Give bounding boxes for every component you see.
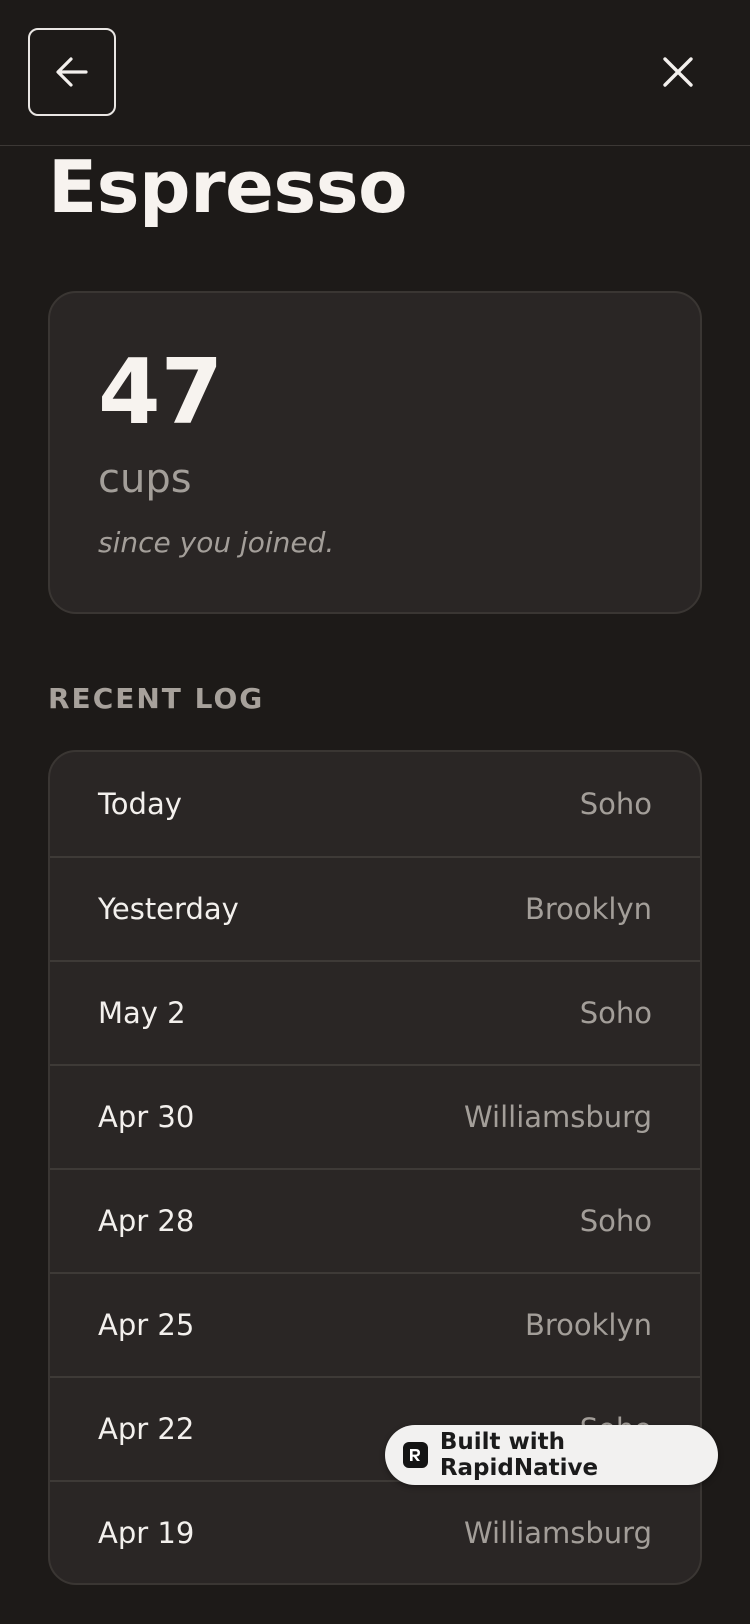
built-with-label: Built with RapidNative <box>439 1429 599 1481</box>
rapidnative-logo-icon <box>403 1442 428 1468</box>
cups-stat-card: 47 cups since you joined. <box>48 291 702 614</box>
log-row[interactable]: May 2 Soho <box>50 960 700 1064</box>
log-date: Apr 25 <box>98 1308 195 1342</box>
log-row[interactable]: Apr 28 Soho <box>50 1168 700 1272</box>
app-screen: Espresso 47 cups since you joined. RECEN… <box>0 0 750 1624</box>
log-date: Apr 30 <box>98 1100 195 1134</box>
log-place: Soho <box>579 787 652 821</box>
log-date: Apr 19 <box>98 1516 195 1550</box>
log-date: Today <box>98 787 182 821</box>
log-row[interactable]: Today Soho <box>50 752 700 856</box>
log-place: Williamsburg <box>463 1100 652 1134</box>
log-date: May 2 <box>98 996 186 1030</box>
log-row[interactable]: Apr 19 Williamsburg <box>50 1480 700 1583</box>
log-place: Soho <box>579 996 652 1030</box>
recent-log-heading: RECENT LOG <box>48 682 265 715</box>
cups-count: 47 <box>98 340 224 445</box>
log-row[interactable]: Yesterday Brooklyn <box>50 856 700 960</box>
log-place: Soho <box>579 1204 652 1238</box>
cups-unit-label: cups <box>98 456 192 502</box>
log-place: Brooklyn <box>524 1308 652 1342</box>
cups-subtitle: since you joined. <box>98 526 335 559</box>
page-title: Espresso <box>48 145 408 229</box>
log-place: Williamsburg <box>463 1516 652 1550</box>
back-button[interactable] <box>28 28 116 116</box>
log-place: Brooklyn <box>524 892 652 926</box>
close-button[interactable] <box>656 50 700 94</box>
arrow-left-icon <box>56 57 88 87</box>
top-navigation-bar <box>0 0 750 146</box>
close-icon <box>663 57 693 87</box>
log-row[interactable]: Apr 25 Brooklyn <box>50 1272 700 1376</box>
built-with-badge[interactable]: Built with RapidNative <box>385 1425 718 1485</box>
log-date: Yesterday <box>98 892 239 926</box>
log-row[interactable]: Apr 30 Williamsburg <box>50 1064 700 1168</box>
log-date: Apr 28 <box>98 1204 195 1238</box>
log-date: Apr 22 <box>98 1412 195 1446</box>
rapidnative-r-glyph <box>410 1449 421 1461</box>
